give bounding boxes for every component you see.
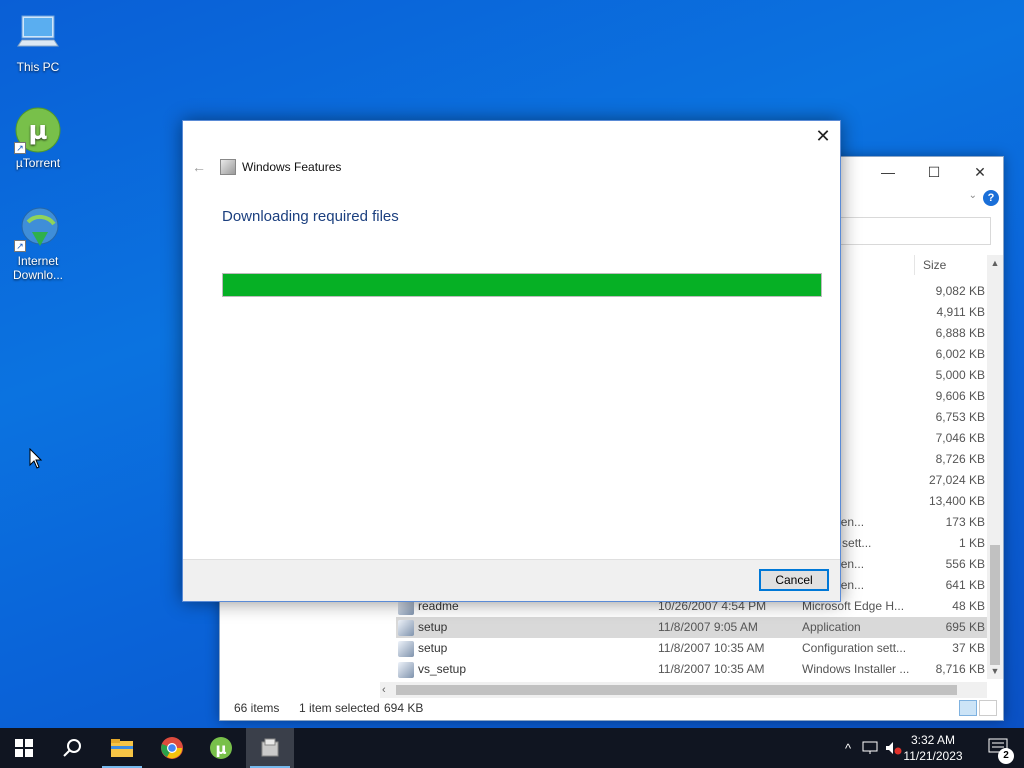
scroll-thumb[interactable] — [990, 545, 1000, 665]
file-size: 13,400 KB — [928, 494, 985, 508]
file-size: 5,000 KB — [935, 368, 985, 382]
file-type: Application — [802, 620, 861, 634]
details-view-button[interactable] — [959, 700, 977, 716]
show-hidden-icons-icon[interactable]: ^ — [838, 741, 858, 756]
folder-icon — [111, 739, 133, 757]
status-item-count: 66 items — [234, 701, 280, 715]
file-size: 9,082 KB — [935, 284, 985, 298]
desktop-icon-utorrent[interactable]: µ ↗ µTorrent — [0, 106, 76, 170]
taskbar-windows-features[interactable] — [246, 728, 294, 768]
column-header-size[interactable]: Size — [914, 255, 946, 275]
desktop-icon-this-pc[interactable]: This PC — [0, 10, 76, 74]
file-size: 37 KB — [952, 641, 985, 655]
desktop-icon-internet-download-manager[interactable]: ↗ Internet Downlo... — [0, 204, 76, 282]
taskbar-file-explorer[interactable] — [98, 728, 146, 768]
search-button[interactable] — [48, 728, 96, 768]
file-size: 8,726 KB — [935, 452, 985, 466]
back-arrow-icon[interactable]: ← — [192, 159, 206, 175]
clock[interactable]: 3:32 AM 11/21/2023 — [898, 732, 968, 764]
file-date: 11/8/2007 9:05 AM — [658, 620, 758, 634]
network-icon[interactable] — [862, 740, 880, 756]
file-size: 1 KB — [958, 536, 985, 550]
scroll-thumb[interactable] — [396, 685, 957, 695]
file-size: 27,024 KB — [928, 473, 985, 487]
windows-features-icon — [220, 159, 236, 175]
file-size: 556 KB — [945, 557, 985, 571]
file-size: 6,753 KB — [935, 410, 985, 424]
scroll-down-icon[interactable]: ▼ — [987, 663, 1003, 679]
file-date: 11/8/2007 10:35 AM — [658, 662, 765, 676]
file-size: 48 KB — [952, 599, 985, 613]
close-icon[interactable]: ✕ — [808, 123, 838, 149]
desktop-icon-label: This PC — [16, 60, 60, 74]
chrome-icon — [161, 737, 183, 759]
vertical-scrollbar[interactable]: ▲ ▼ — [987, 255, 1003, 679]
file-size: 641 KB — [945, 578, 985, 592]
progress-fill — [223, 274, 821, 296]
file-icon — [398, 620, 414, 636]
dialog-heading: Downloading required files — [222, 208, 399, 225]
start-button[interactable] — [0, 728, 48, 768]
file-size: 8,716 KB — [935, 662, 985, 676]
shortcut-arrow-icon: ↗ — [14, 240, 26, 252]
taskbar: µ ^ 3:32 AM 11/21/2023 2 — [0, 728, 1024, 768]
clock-time: 3:32 AM — [910, 733, 956, 747]
download-progress-bar — [222, 273, 822, 297]
dialog-footer: Cancel — [183, 559, 840, 601]
file-date: 11/8/2007 10:35 AM — [658, 641, 765, 655]
computer-icon — [14, 10, 62, 58]
file-size: 6,002 KB — [935, 347, 985, 361]
table-row[interactable]: setup 11/8/2007 10:35 AM Configuration set… — [396, 638, 987, 659]
svg-text:µ: µ — [28, 116, 47, 146]
maximize-button[interactable]: ☐ — [911, 157, 957, 187]
desktop-icon-label: Internet Downlo... — [12, 254, 64, 282]
taskbar-chrome[interactable] — [148, 728, 196, 768]
dialog-title: Windows Features — [242, 160, 342, 174]
file-size: 9,606 KB — [935, 389, 985, 403]
status-bar: 66 items 1 item selected 694 KB — [220, 696, 1003, 720]
desktop-icon-label: µTorrent — [15, 156, 61, 170]
windows-logo-icon — [15, 739, 33, 757]
windows-features-icon — [261, 738, 279, 757]
search-icon — [63, 739, 81, 757]
svg-text:µ: µ — [215, 740, 226, 758]
minimize-button[interactable]: — — [865, 157, 911, 187]
file-icon — [398, 641, 414, 657]
system-tray: ^ — [838, 728, 902, 768]
cancel-button[interactable]: Cancel — [759, 569, 829, 591]
notification-count-badge: 2 — [998, 748, 1014, 764]
status-selected: 1 item selected — [299, 701, 380, 715]
close-button[interactable]: ✕ — [957, 157, 1003, 187]
file-size: 6,888 KB — [935, 326, 985, 340]
table-row[interactable]: setup 11/8/2007 9:05 AM Application 695 KB — [396, 617, 987, 638]
file-icon — [398, 662, 414, 678]
file-size: 4,911 KB — [936, 305, 985, 319]
taskbar-utorrent[interactable]: µ — [197, 728, 245, 768]
mouse-cursor-icon — [29, 448, 43, 469]
status-selected-size: 694 KB — [384, 701, 424, 715]
large-icons-view-button[interactable] — [979, 700, 997, 716]
file-name: setup — [418, 620, 448, 634]
file-size: 173 KB — [945, 515, 985, 529]
ribbon-expand-chevron-icon[interactable]: ⌄ — [969, 190, 977, 201]
help-icon[interactable]: ? — [983, 190, 999, 206]
utorrent-icon: µ ↗ — [14, 106, 62, 154]
file-name: vs_setup — [418, 662, 467, 676]
table-row[interactable]: vs_setup 11/8/2007 10:35 AM Windows Instal… — [396, 659, 987, 680]
file-name: setup — [418, 641, 448, 655]
clock-date: 11/21/2023 — [903, 749, 963, 763]
file-type: Configuration sett... — [802, 641, 907, 655]
file-size: 7,046 KB — [935, 431, 985, 445]
utorrent-icon: µ — [210, 737, 232, 759]
scroll-up-icon[interactable]: ▲ — [987, 255, 1003, 271]
shortcut-arrow-icon: ↗ — [14, 142, 26, 154]
idm-icon: ↗ — [14, 204, 62, 252]
file-type: Windows Installer ... — [802, 662, 910, 676]
file-size: 695 KB — [945, 620, 985, 634]
windows-features-dialog: ✕ ← Windows Features Downloading require… — [182, 120, 841, 602]
